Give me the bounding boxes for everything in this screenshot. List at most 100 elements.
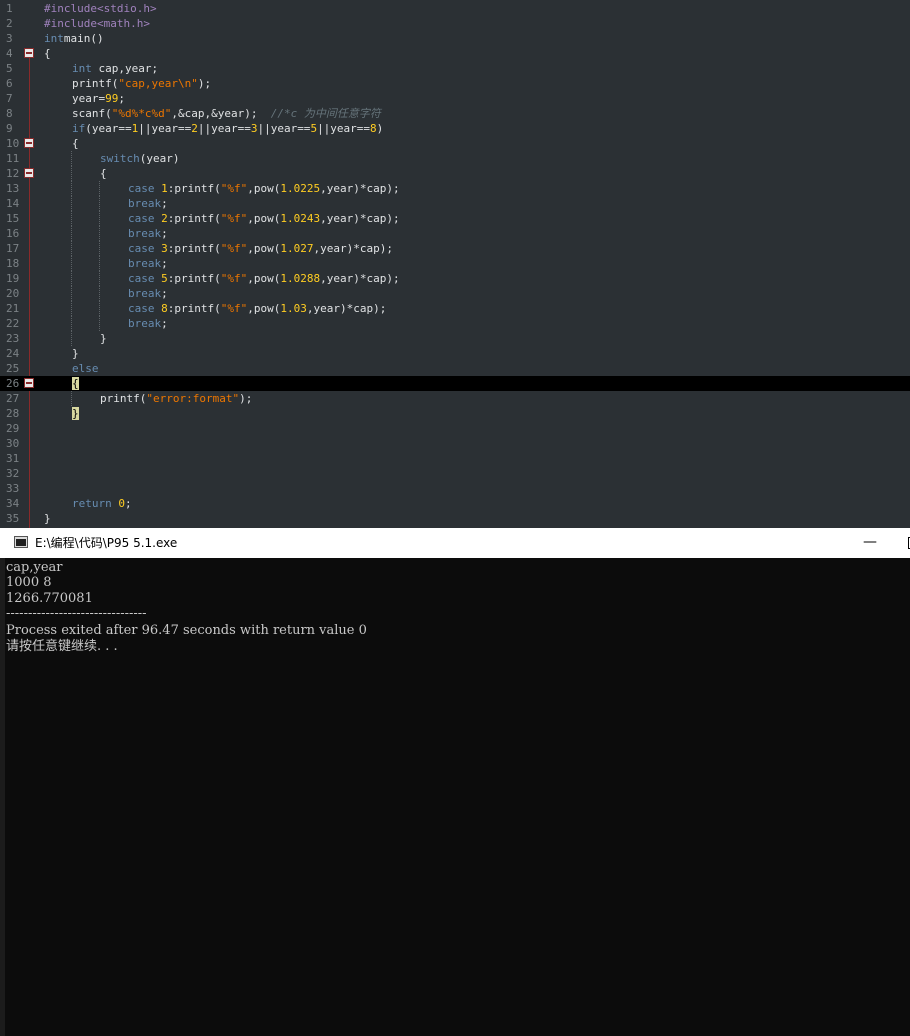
fold-toggle-icon[interactable] [24,138,34,148]
maximize-button[interactable] [890,528,910,558]
code-line[interactable]: 11 switch(year) [0,151,910,166]
code-line[interactable]: 32 [0,466,910,481]
code-token: 1.0225 [280,182,321,195]
code-token: 1.0288 [280,272,321,285]
line-number: 12 [6,167,20,180]
code-text[interactable]: #include<stdio.h> [44,1,157,16]
line-number: 11 [6,152,20,165]
code-token: <math.h> [96,17,150,30]
code-line[interactable]: 8 scanf("%d%*c%d",&cap,&year); //*c 为中间任意… [0,106,910,121]
indent-guide [99,286,100,301]
code-line[interactable]: 19 case 5:printf("%f",pow(1.0288,year)*ca… [0,271,910,286]
line-number: 25 [6,362,20,375]
code-text[interactable]: } [72,406,79,421]
code-line[interactable]: 23} [0,331,910,346]
code-line[interactable]: 7 year=99; [0,91,910,106]
code-line[interactable]: 1 #include<stdio.h> [0,1,910,16]
code-line[interactable]: 9 if(year==1||year==2||year==3||year==5||… [0,121,910,136]
line-number: 10 [6,137,20,150]
code-line[interactable]: 30 [0,436,910,451]
code-line[interactable]: 24} [0,346,910,361]
code-line[interactable]: 29 [0,421,910,436]
code-text[interactable]: printf("cap,year\n"); [72,76,211,91]
code-text[interactable]: { [44,46,51,61]
indent-guide [71,241,72,256]
code-editor[interactable]: 1 #include<stdio.h> 2 #include<math.h> 3 intm… [0,0,910,528]
code-text[interactable]: case 3:printf("%f",pow(1.027,year)*cap); [128,241,393,256]
code-text[interactable]: } [44,511,51,526]
code-text[interactable]: printf("error:format"); [100,391,252,406]
code-text[interactable]: break; [128,256,168,271]
code-text[interactable]: scanf("%d%*c%d",&cap,&year); //*c 为中间任意字… [72,106,381,121]
fold-toggle-icon[interactable] [24,48,34,58]
code-line[interactable]: 12 { [0,166,910,181]
code-line[interactable]: 16 break; [0,226,910,241]
code-text[interactable]: { [100,166,107,181]
code-line[interactable]: 6 printf("cap,year\n"); [0,76,910,91]
code-token: ,pow( [247,212,281,225]
fold-toggle-icon[interactable] [24,378,34,388]
code-token: (year) [139,152,180,165]
code-line[interactable]: 21 case 8:printf("%f",pow(1.03,year)*cap)… [0,301,910,316]
code-line[interactable]: 13 case 1:printf("%f",pow(1.0225,year)*ca… [0,181,910,196]
code-text[interactable]: if(year==1||year==2||year==3||year==5||y… [72,121,383,136]
code-text[interactable]: return 0; [72,496,132,511]
code-line[interactable]: 20 break; [0,286,910,301]
code-line[interactable]: 14 break; [0,196,910,211]
console-titlebar[interactable]: E:\编程\代码\P95 5.1.exe — [0,528,910,558]
code-line[interactable]: 28} [0,406,910,421]
code-text[interactable]: { [72,376,79,391]
code-token: break [128,227,162,240]
code-line[interactable]: 31 [0,451,910,466]
code-token: "cap,year\n" [118,77,198,90]
code-token: printf( [72,77,119,90]
code-line[interactable]: 25 else [0,361,910,376]
code-line[interactable]: 27 printf("error:format"); [0,391,910,406]
code-token: } [100,332,107,345]
code-text[interactable]: case 8:printf("%f",pow(1.03,year)*cap); [128,301,386,316]
code-token: cap,year; [91,62,159,75]
code-text[interactable]: } [72,346,79,361]
fold-toggle-icon[interactable] [24,168,34,178]
code-line[interactable]: 2 #include<math.h> [0,16,910,31]
code-line[interactable]: 34 return 0; [0,496,910,511]
code-line[interactable]: 15 case 2:printf("%f",pow(1.0243,year)*ca… [0,211,910,226]
code-text[interactable]: intmain() [44,31,104,46]
code-text[interactable]: case 1:printf("%f",pow(1.0225,year)*cap)… [128,181,400,196]
minimize-button[interactable]: — [850,528,890,558]
line-number: 1 [6,2,13,15]
code-text[interactable]: year=99; [72,91,125,106]
code-line[interactable]: 10 { [0,136,910,151]
code-line[interactable]: 18 break; [0,256,910,271]
code-token: printf( [100,392,147,405]
code-text[interactable]: else [72,361,99,376]
code-text[interactable]: { [72,136,79,151]
code-text[interactable]: } [100,331,107,346]
console-output-line: 请按任意键继续. . . [6,639,118,654]
code-line[interactable]: 17 case 3:printf("%f",pow(1.027,year)*cap… [0,241,910,256]
code-token: 1.0243 [280,212,321,225]
code-text[interactable]: #include<math.h> [44,16,150,31]
code-text[interactable]: int cap,year; [72,61,158,76]
line-number: 35 [6,512,20,525]
code-line[interactable]: 26 { [0,376,910,391]
code-text[interactable]: case 2:printf("%f",pow(1.0243,year)*cap)… [128,211,400,226]
code-text[interactable]: case 5:printf("%f",pow(1.0288,year)*cap)… [128,271,400,286]
code-line[interactable]: 4{ [0,46,910,61]
code-text[interactable]: break; [128,286,168,301]
code-line[interactable]: 22 break; [0,316,910,331]
line-number: 8 [6,107,13,120]
console-output-area[interactable]: cap,year 1000 8 1266.770081 ------------… [0,558,910,1036]
code-token: ; [161,227,168,240]
code-text[interactable]: break; [128,316,168,331]
code-line[interactable]: 33 [0,481,910,496]
code-text[interactable]: break; [128,226,168,241]
code-token: break [128,197,162,210]
code-line[interactable]: 5 int cap,year; [0,61,910,76]
code-line[interactable]: 3 intmain() [0,31,910,46]
code-text[interactable]: break; [128,196,168,211]
code-line[interactable]: 35} [0,511,910,526]
code-token: ,year)*cap); [320,212,400,225]
code-text[interactable]: switch(year) [100,151,180,166]
code-token: "%f" [220,272,248,285]
